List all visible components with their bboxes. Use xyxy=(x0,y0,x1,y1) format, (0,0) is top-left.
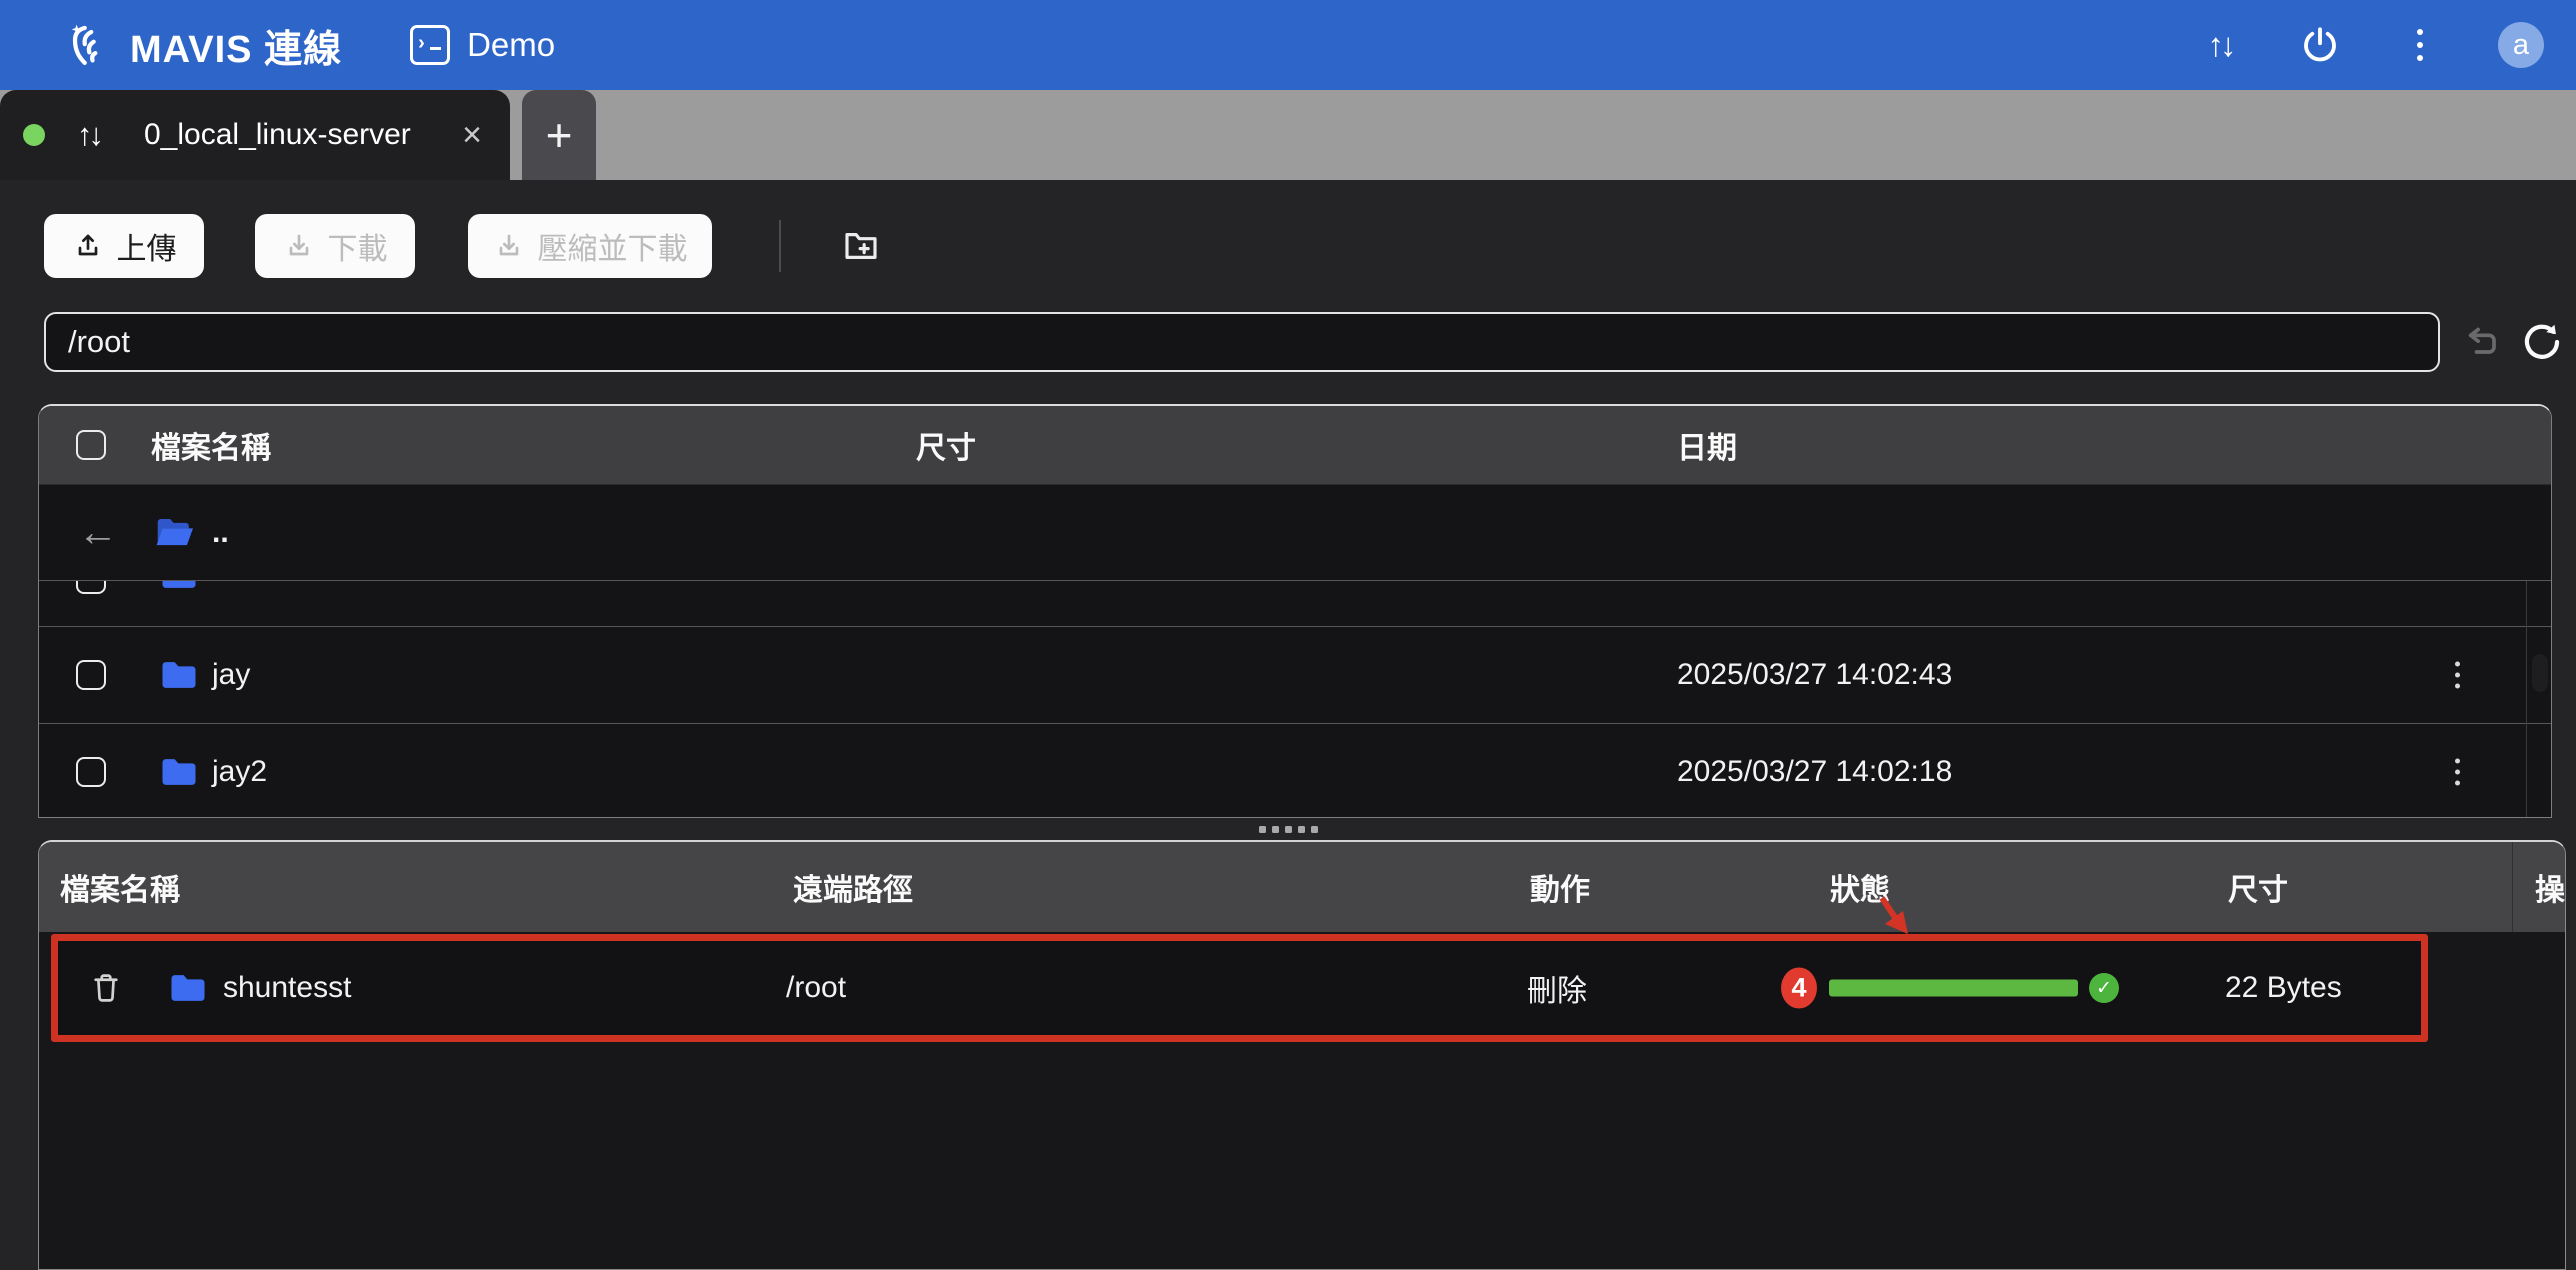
column-header-date: 日期 xyxy=(1677,423,1737,467)
folder-icon xyxy=(157,653,201,697)
avatar[interactable]: a xyxy=(2498,22,2544,68)
download-button[interactable]: 下載 xyxy=(255,214,415,278)
column-header-operations: 操 xyxy=(2535,865,2565,909)
toolbar: 上傳 下載 壓縮並下載 xyxy=(44,214,883,278)
tab-local-linux-server[interactable]: ↑↓ 0_local_linux-server × xyxy=(0,90,510,180)
transfer-file-name: shuntesst xyxy=(223,971,351,1005)
transfer-panel: 檔案名稱 遠端路徑 動作 狀態 尺寸 操 shuntesst /root 刪除 xyxy=(38,840,2566,1270)
transfer-size: 22 Bytes xyxy=(2225,971,2342,1005)
file-date: 2025/03/27 14:02:18 xyxy=(1677,755,1952,789)
folder-icon xyxy=(157,750,201,794)
compress-download-button[interactable]: 壓縮並下載 xyxy=(468,214,712,278)
download-icon xyxy=(283,230,315,262)
transfers-icon[interactable]: ↑↓ xyxy=(2198,23,2242,67)
transfer-table-header: 檔案名稱 遠端路徑 動作 狀態 尺寸 操 xyxy=(39,842,2565,932)
tab-strip: ↑↓ 0_local_linux-server × + xyxy=(0,90,2576,180)
column-header-action: 動作 xyxy=(1530,865,1590,909)
app-title: MAVIS 連線 xyxy=(130,18,342,73)
brand: MAVIS 連線 xyxy=(62,18,342,73)
main-content: 上傳 下載 壓縮並下載 xyxy=(0,180,2576,1270)
upload-label: 上傳 xyxy=(117,224,177,268)
mavis-logo-icon xyxy=(62,19,114,71)
select-all-checkbox[interactable] xyxy=(76,430,106,460)
path-input[interactable] xyxy=(44,312,2440,372)
compress-download-label: 壓縮並下載 xyxy=(538,224,688,268)
session-button[interactable]: › Demo xyxy=(410,25,555,65)
connection-status-dot xyxy=(23,124,45,146)
column-header-name: 檔案名稱 xyxy=(60,865,180,909)
file-name: jay2 xyxy=(212,755,267,789)
column-header-size: 尺寸 xyxy=(2228,865,2288,909)
new-folder-icon[interactable] xyxy=(839,224,883,268)
row-checkbox[interactable] xyxy=(76,757,106,787)
tab-transfer-icon: ↑↓ xyxy=(77,117,100,153)
transfer-action: 刪除 xyxy=(1527,966,1587,1010)
more-menu-icon[interactable] xyxy=(2398,23,2442,67)
highlighted-transfer-row[interactable]: shuntesst /root 刪除 4 ✓ 22 Bytes xyxy=(51,934,2428,1042)
parent-directory-label: .. xyxy=(212,516,229,550)
toolbar-divider xyxy=(779,220,781,272)
path-row xyxy=(44,312,2564,372)
column-header-status: 狀態 xyxy=(1830,865,1890,909)
scrollbar-track xyxy=(2526,581,2527,817)
row-menu-icon[interactable] xyxy=(2455,759,2460,786)
upload-icon xyxy=(72,230,104,262)
open-folder-icon xyxy=(152,510,198,556)
row-menu-icon[interactable] xyxy=(2455,662,2460,689)
progress-bar xyxy=(1829,980,2078,997)
file-date: 2025/03/27 14:02:43 xyxy=(1677,658,1952,692)
file-row-jay2[interactable]: jay2 2025/03/27 14:02:18 xyxy=(39,723,2551,818)
file-name: jay xyxy=(212,658,250,692)
column-header-size: 尺寸 xyxy=(916,423,976,467)
file-row-jay[interactable]: jay 2025/03/27 14:02:43 xyxy=(39,626,2551,723)
topbar-actions: ↑↓ a xyxy=(2198,22,2544,68)
session-label: Demo xyxy=(467,26,555,64)
panel-splitter-handle[interactable] xyxy=(0,818,2576,840)
scrollbar-thumb[interactable] xyxy=(2532,654,2548,692)
column-header-remote-path: 遠端路徑 xyxy=(793,865,913,909)
download-label: 下載 xyxy=(328,224,388,268)
undo-icon[interactable] xyxy=(2464,322,2504,362)
back-arrow-icon[interactable]: ← xyxy=(78,510,118,555)
tab-close-icon[interactable]: × xyxy=(462,118,482,152)
terminal-icon: › xyxy=(410,25,450,65)
topbar: MAVIS 連線 › Demo ↑↓ a xyxy=(0,0,2576,90)
power-icon[interactable] xyxy=(2298,23,2342,67)
file-list-panel: 檔案名稱 尺寸 日期 ← .. xyxy=(38,404,2552,818)
column-separator xyxy=(2512,842,2513,932)
tab-label: 0_local_linux-server xyxy=(144,118,411,152)
delete-transfer-icon[interactable] xyxy=(87,969,125,1007)
file-row-partial[interactable] xyxy=(39,580,2551,626)
row-checkbox[interactable] xyxy=(76,660,106,690)
transfer-remote-path: /root xyxy=(786,971,846,1005)
refresh-icon[interactable] xyxy=(2520,320,2564,364)
folder-icon xyxy=(157,580,201,597)
folder-icon xyxy=(166,966,210,1010)
retry-count-badge: 4 xyxy=(1781,968,1817,1009)
success-check-icon: ✓ xyxy=(2089,973,2119,1003)
column-header-name: 檔案名稱 xyxy=(151,423,271,467)
upload-button[interactable]: 上傳 xyxy=(44,214,204,278)
row-checkbox[interactable] xyxy=(76,580,106,594)
file-table-header: 檔案名稱 尺寸 日期 xyxy=(39,406,2551,485)
new-tab-button[interactable]: + xyxy=(522,90,596,180)
parent-directory-row[interactable]: ← .. xyxy=(39,485,2551,580)
download-icon xyxy=(493,230,525,262)
